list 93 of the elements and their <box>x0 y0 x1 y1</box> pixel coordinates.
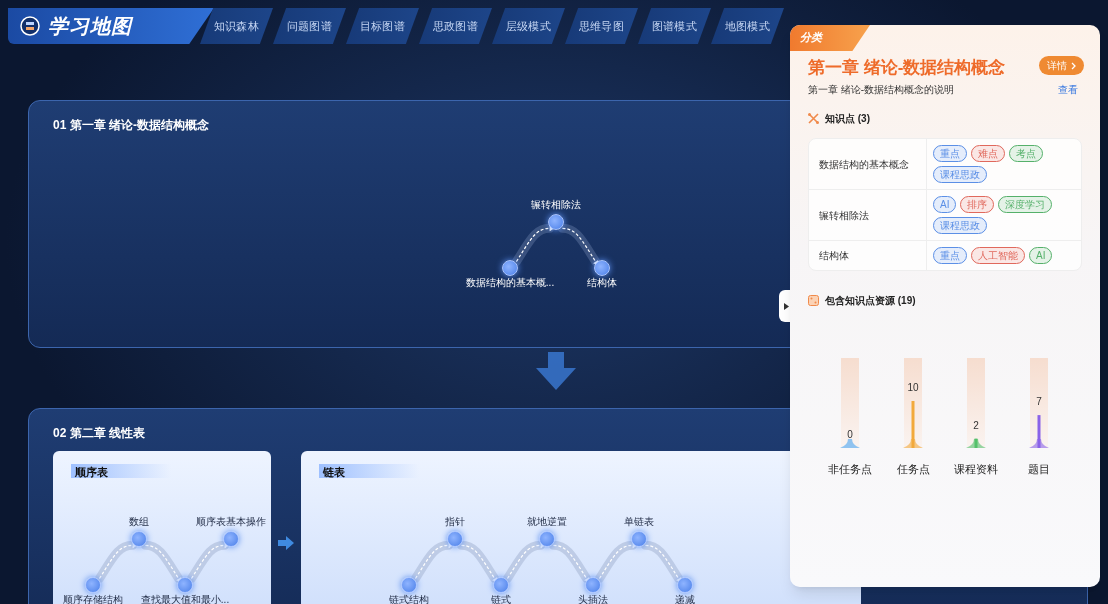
graph-node[interactable] <box>677 577 693 593</box>
nodes-icon <box>808 113 819 124</box>
nav-tab[interactable]: 思政图谱 <box>419 8 492 44</box>
bar-glow <box>1029 439 1049 448</box>
nav-tab[interactable]: 层级模式 <box>492 8 565 44</box>
value-label: 10 <box>907 382 919 393</box>
connector-arrow <box>456 540 500 584</box>
value-label: 7 <box>1036 396 1042 408</box>
connector-arrow <box>502 540 546 584</box>
node-label: 辗转相除法 <box>531 199 581 211</box>
connector-arrow <box>94 540 138 584</box>
tag: AI <box>933 196 957 213</box>
graph-node[interactable] <box>447 531 463 547</box>
grid-icon <box>808 295 819 306</box>
value-label: 0 <box>847 429 853 440</box>
chart-bar <box>1037 415 1041 448</box>
view-link[interactable]: 查看 <box>1058 82 1078 97</box>
bar-glow <box>966 439 986 448</box>
graph-node[interactable] <box>401 577 417 593</box>
node-label: 单链表 <box>624 516 654 528</box>
node-label: 结构体 <box>587 277 617 289</box>
tag: AI <box>1029 247 1053 264</box>
graph-node[interactable] <box>585 577 601 593</box>
connector-arrow <box>594 540 638 584</box>
tag: 深度学习 <box>998 196 1053 213</box>
node-label: 链式 <box>491 594 511 604</box>
down-arrow-icon <box>536 352 576 390</box>
chart-bar <box>911 401 915 448</box>
chapter-description: 第一章 绪论-数据结构概念的说明 <box>808 83 955 97</box>
tag: 难点 <box>971 145 1005 162</box>
graph-node[interactable] <box>594 260 610 276</box>
right-arrow-icon <box>278 536 294 550</box>
nav-tab[interactable]: 思维导图 <box>565 8 638 44</box>
node-label: 头插法 <box>578 594 608 604</box>
node-label: 查找最大值和最小... <box>140 594 230 604</box>
bar-glow <box>903 439 923 448</box>
graph-node[interactable] <box>131 531 147 547</box>
section-heading: 知识点 (3) <box>825 112 870 126</box>
connector-arrow <box>548 540 592 584</box>
panel-title: 第一章 绪论-数据结构概念 <box>808 57 1006 79</box>
chart-bar <box>974 438 978 448</box>
connector-arrow <box>557 223 601 267</box>
tag: 排序 <box>960 196 995 213</box>
node-label: 数组 <box>129 516 149 528</box>
category-label: 课程资料 <box>954 462 998 477</box>
category-badge: 分类 <box>790 25 870 51</box>
graph-node[interactable] <box>85 577 101 593</box>
nav-tab[interactable]: 目标图谱 <box>346 8 419 44</box>
group-title: 顺序表 <box>75 465 108 480</box>
nav-tab[interactable]: 问题图谱 <box>273 8 346 44</box>
tag: 重点 <box>933 145 967 162</box>
bar-glow <box>840 439 860 448</box>
connector-arrow <box>140 540 184 584</box>
connector-arrow <box>511 223 555 267</box>
nav-tab[interactable]: 知识森林 <box>200 8 273 44</box>
chevron-right-icon <box>1071 61 1076 70</box>
tag: 考点 <box>1009 145 1043 162</box>
graph-node[interactable] <box>548 214 564 230</box>
graph-node[interactable] <box>493 577 509 593</box>
graph-node[interactable] <box>631 531 647 547</box>
graph-node[interactable] <box>177 577 193 593</box>
node-label: 链式结构 <box>389 594 429 604</box>
logo-icon <box>20 16 40 36</box>
category-label: 题目 <box>1028 462 1050 477</box>
table-cell: 结构体 <box>809 241 927 270</box>
value-label: 2 <box>973 419 979 431</box>
tag: 课程思政 <box>933 217 987 234</box>
chapter-title: 01 第一章 绪论-数据结构概念 <box>53 117 209 134</box>
node-label: 指针 <box>445 516 465 528</box>
node-label: 递减 <box>675 594 695 604</box>
connector-arrow <box>640 540 684 584</box>
graph-node[interactable] <box>223 531 239 547</box>
section-heading: 包含知识点资源 (19) <box>825 294 916 308</box>
category-label: 非任务点 <box>828 462 872 477</box>
node-label: 顺序表基本操作 <box>196 516 266 528</box>
tag: 人工智能 <box>971 247 1025 264</box>
nav-tab[interactable]: 图谱模式 <box>638 8 711 44</box>
nav-tab[interactable]: 地图模式 <box>711 8 784 44</box>
category-label: 任务点 <box>896 462 930 477</box>
graph-node[interactable] <box>502 260 518 276</box>
node-label: 就地逆置 <box>527 516 567 528</box>
chapter-title: 02 第二章 线性表 <box>53 425 145 442</box>
graph-node[interactable] <box>539 531 555 547</box>
connector-arrow <box>186 540 230 584</box>
node-label: 顺序存储结构 <box>63 594 123 604</box>
group-title: 链表 <box>323 465 345 480</box>
node-label: 数据结构的基本概... <box>465 277 555 289</box>
table-cell: 数据结构的基本概念 <box>809 139 927 189</box>
table-cell: 辗转相除法 <box>809 190 927 240</box>
tag: 重点 <box>933 247 967 264</box>
app-title: 学习地图 <box>48 14 132 39</box>
connector-arrow <box>410 540 454 584</box>
tag: 课程思政 <box>933 166 987 183</box>
